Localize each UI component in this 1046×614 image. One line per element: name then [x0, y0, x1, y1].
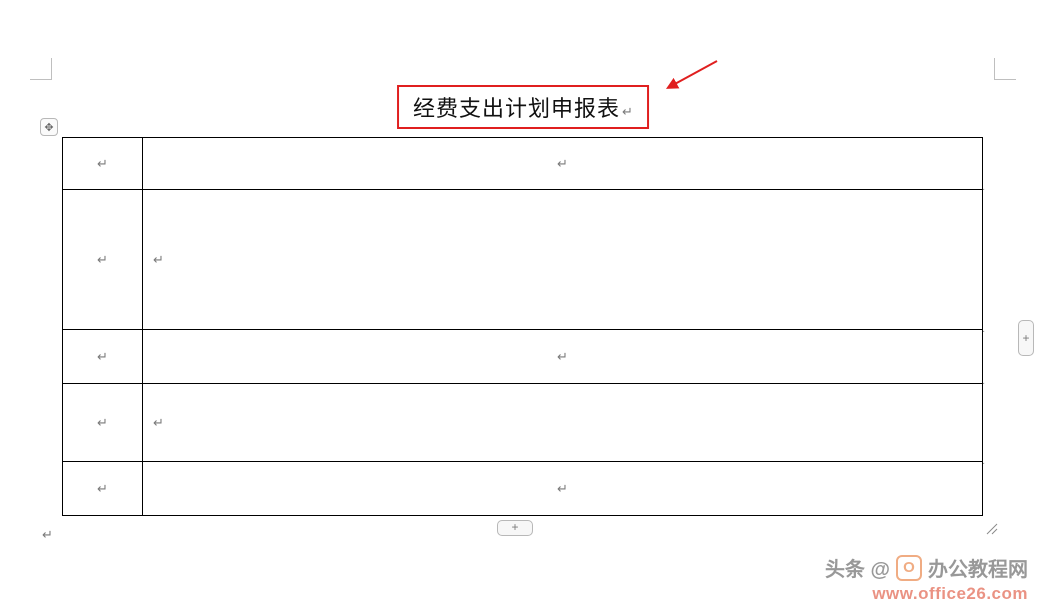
table-cell[interactable]: ↵ [143, 190, 983, 330]
table-cell[interactable]: ↵ [63, 330, 143, 384]
paragraph-mark: ↵ [153, 252, 164, 267]
insert-row-handle[interactable]: + [497, 520, 533, 536]
document-page: 经费支出计划申报表↵ ✥ ↵ ↵ ↵ ↵ ↵ ↵ ↵ ↵ ↵ ↵ [0, 0, 1046, 614]
paragraph-mark: ↵ [97, 415, 108, 430]
plus-icon: + [1022, 331, 1029, 345]
paragraph-mark: ↵ [42, 527, 53, 543]
paragraph-mark: ↵ [557, 156, 568, 171]
table-cell[interactable]: ↵ [63, 384, 143, 462]
paragraph-mark: ↵ [97, 481, 108, 496]
logo-letter: O [903, 559, 915, 576]
watermark-brand: 办公教程网 [928, 553, 1028, 582]
table-row[interactable]: ↵ ↵ [63, 190, 983, 330]
paragraph-mark: ↵ [622, 104, 633, 119]
expense-plan-table[interactable]: ↵ ↵ ↵ ↵ ↵ ↵ ↵ ↵ ↵ ↵ [62, 137, 983, 516]
paragraph-mark: ↵ [557, 481, 568, 496]
paragraph-mark: ↵ [97, 349, 108, 364]
table-cell[interactable]: ↵ [63, 462, 143, 516]
table-row[interactable]: ↵ ↵ [63, 462, 983, 516]
table-row[interactable]: ↵ ↵ [63, 384, 983, 462]
watermark-prefix: 头条 @ [825, 553, 890, 582]
paragraph-mark: ↵ [557, 349, 568, 364]
watermark-attribution: 头条 @ O 办公教程网 [825, 553, 1028, 582]
row-marker: · [982, 378, 988, 384]
document-title-highlight: 经费支出计划申报表↵ [397, 85, 649, 129]
paragraph-mark: ↵ [153, 415, 164, 430]
row-marker: · [982, 326, 988, 332]
table-cell[interactable]: ↵ [143, 384, 983, 462]
insert-column-handle[interactable]: + [1018, 320, 1034, 356]
row-marker: · [982, 458, 988, 464]
row-marker: · [982, 184, 988, 190]
table-cell[interactable]: ↵ [143, 330, 983, 384]
table-resize-handle[interactable] [985, 522, 999, 536]
watermark-url: www.office26.com [872, 584, 1028, 604]
crop-mark-top-left [30, 58, 52, 80]
paragraph-mark: ↵ [97, 156, 108, 171]
plus-icon: + [511, 520, 518, 534]
watermark-logo-icon: O [896, 555, 922, 581]
annotation-arrow [665, 55, 725, 95]
table-cell[interactable]: ↵ [63, 190, 143, 330]
table-row[interactable]: ↵ ↵ [63, 138, 983, 190]
paragraph-mark: ↵ [97, 252, 108, 267]
table-row[interactable]: ↵ ↵ [63, 330, 983, 384]
table-move-handle[interactable]: ✥ [40, 118, 58, 136]
table-cell[interactable]: ↵ [143, 462, 983, 516]
crop-mark-top-right [994, 58, 1016, 80]
move-icon: ✥ [44, 121, 53, 134]
document-title[interactable]: 经费支出计划申报表 [413, 96, 620, 121]
table-cell[interactable]: ↵ [63, 138, 143, 190]
table-cell[interactable]: ↵ [143, 138, 983, 190]
